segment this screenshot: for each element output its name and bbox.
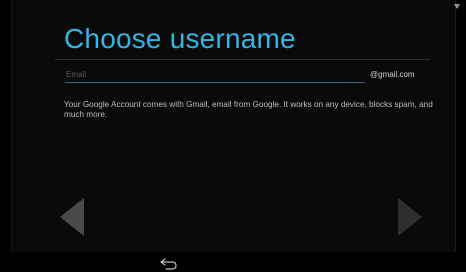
domain-suffix: @gmail.com (370, 70, 415, 79)
signal-icon (454, 4, 460, 9)
next-button[interactable] (396, 197, 424, 237)
prev-button[interactable] (58, 197, 86, 237)
page-title: Choose username (64, 23, 296, 54)
setup-screen: Choose username @gmail.com Your Google A… (0, 0, 466, 272)
chevron-left-icon (60, 198, 84, 236)
account-description: Your Google Account comes with Gmail, em… (64, 100, 433, 119)
back-button[interactable] (158, 256, 180, 270)
back-arrow-icon (160, 258, 177, 270)
chevron-right-icon (398, 198, 422, 236)
email-field[interactable] (65, 67, 365, 83)
title-divider (55, 59, 430, 60)
